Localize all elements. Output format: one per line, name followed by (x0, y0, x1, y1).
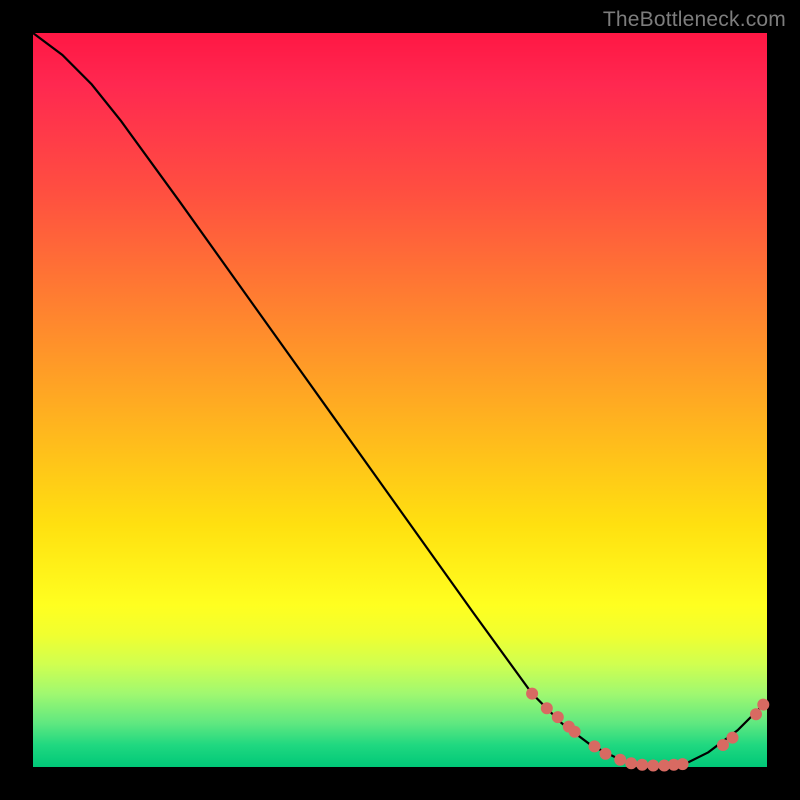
highlight-dot (614, 754, 626, 766)
highlight-dots (526, 688, 769, 772)
chart-plot-area (33, 33, 767, 767)
highlight-dot (647, 760, 659, 772)
highlight-dot (625, 757, 637, 769)
chart-frame: TheBottleneck.com (0, 0, 800, 800)
highlight-dot (541, 702, 553, 714)
highlight-dot (636, 759, 648, 771)
highlight-dot (750, 708, 762, 720)
highlight-dot (600, 748, 612, 760)
highlight-dot (677, 758, 689, 770)
highlight-dot (727, 732, 739, 744)
watermark-text: TheBottleneck.com (603, 8, 786, 32)
highlight-dot (552, 711, 564, 723)
bottleneck-curve-svg (33, 33, 767, 767)
bottleneck-curve (33, 33, 767, 767)
highlight-dot (526, 688, 538, 700)
highlight-dot (589, 740, 601, 752)
highlight-dot (717, 739, 729, 751)
highlight-dot (757, 699, 769, 711)
highlight-dot (569, 726, 581, 738)
